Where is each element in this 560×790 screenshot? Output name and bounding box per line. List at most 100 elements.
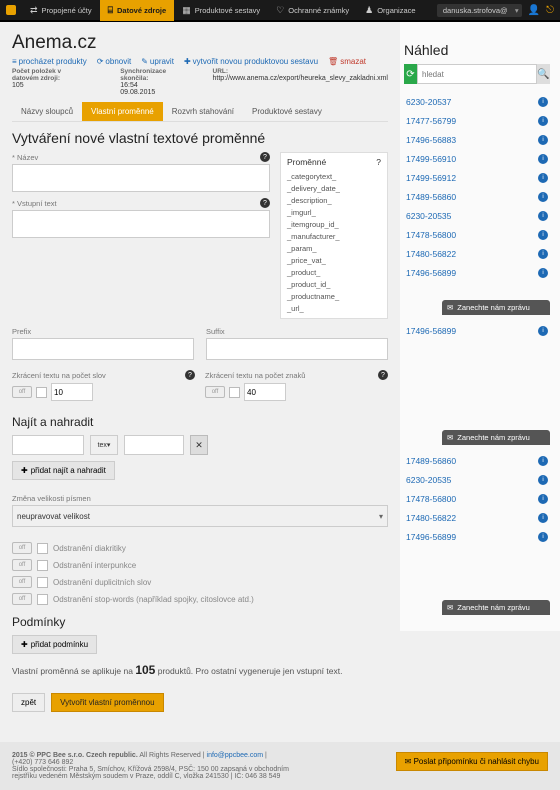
variable-item[interactable]: _description_ [287,194,381,206]
find-mode[interactable]: tex ▾ [90,435,118,455]
nav-datasources[interactable]: ⌸Datové zdroje [100,0,175,21]
info-icon[interactable]: i [538,230,548,240]
preview-item[interactable]: 6230-20535i [404,470,550,489]
opt-check[interactable] [37,543,48,554]
preview-item[interactable]: 17496-56899i [404,263,550,282]
find-input[interactable] [12,435,84,455]
suffix-input[interactable] [206,338,388,360]
nav-trademarks[interactable]: ♡Ochranné známky [268,0,357,21]
variable-item[interactable]: _productname_ [287,290,381,302]
info-icon[interactable]: i [538,173,548,183]
variable-item[interactable]: _price_vat_ [287,254,381,266]
name-input[interactable] [12,164,270,192]
footer-email[interactable]: info@ppcbee.com [207,752,264,759]
trimwords-check[interactable] [36,387,47,398]
leave-message-button[interactable]: ✉ Zanechte nám zprávu [442,300,550,315]
variable-item[interactable]: _itemgroup_id_ [287,218,381,230]
back-button[interactable]: zpět [12,693,45,712]
edit-link[interactable]: ✎upravit [141,57,174,66]
info-icon[interactable]: i [538,326,548,336]
trimwords-value[interactable] [51,383,93,401]
variable-item[interactable]: _delivery_date_ [287,182,381,194]
preview-item[interactable]: 17489-56860i [404,451,550,470]
info-icon[interactable]: i [538,249,548,259]
variable-item[interactable]: _categorytext_ [287,170,381,182]
tab-variables[interactable]: Vlastní proměnné [82,102,163,121]
feedback-button[interactable]: ✉ Poslat připomínku či nahlásit chybu [396,752,548,771]
add-find-button[interactable]: ✚ přidat najít a nahradit [12,461,115,480]
trimwords-toggle[interactable]: off [12,386,32,398]
variable-item[interactable]: _url_ [287,302,381,314]
preview-item[interactable]: 17480-56822i [404,508,550,527]
preview-item[interactable]: 17499-56910i [404,149,550,168]
prefix-input[interactable] [12,338,194,360]
variable-item[interactable]: _manufacturer_ [287,230,381,242]
info-icon[interactable]: i [538,154,548,164]
remove-rule-button[interactable]: ✕ [190,435,208,455]
preview-item[interactable]: 17480-56822i [404,244,550,263]
info-icon[interactable]: i [538,135,548,145]
info-icon[interactable]: i [538,97,548,107]
preview-item[interactable]: 17496-56883i [404,130,550,149]
inputtext-input[interactable] [12,210,270,238]
logout-icon[interactable]: ⎋ [546,5,554,16]
tab-schedule[interactable]: Rozvrh stahování [163,102,243,121]
info-icon[interactable]: i [538,532,548,542]
leave-message-button[interactable]: ✉ Zanechte nám zprávu [442,600,550,615]
brand-logo[interactable] [6,5,16,15]
variable-item[interactable]: _product_id_ [287,278,381,290]
preview-search-button[interactable]: 🔍 [537,64,550,84]
add-cond-button[interactable]: ✚ přidat podmínku [12,635,97,654]
case-select[interactable]: neupravovat velikost [12,505,388,527]
variable-item[interactable]: _imgurl_ [287,206,381,218]
opt-toggle[interactable]: off [12,542,32,554]
create-link[interactable]: ✚vytvořit novou produktovou sestavu [184,57,318,66]
info-icon[interactable]: i [538,211,548,221]
tab-products[interactable]: Produktové sestavy [243,102,331,121]
preview-refresh-button[interactable]: ⟳ [404,64,417,84]
user-icon[interactable]: 👤 [528,5,540,16]
variable-item[interactable]: _param_ [287,242,381,254]
info-icon[interactable]: i [538,116,548,126]
variable-item[interactable]: _product_ [287,266,381,278]
preview-item[interactable]: 17478-56800i [404,489,550,508]
nav-products[interactable]: ▦Produktové sestavy [174,0,268,21]
nav-linked[interactable]: ⇄Propojené účty [22,0,100,21]
browse-link[interactable]: ≡procházet produkty [12,57,87,66]
opt-check[interactable] [37,594,48,605]
preview-item[interactable]: 17499-56912i [404,168,550,187]
opt-toggle[interactable]: off [12,559,32,571]
help-icon[interactable]: ? [260,152,270,162]
info-icon[interactable]: i [538,456,548,466]
preview-item[interactable]: 17496-56899i [404,527,550,546]
opt-toggle[interactable]: off [12,576,32,588]
delete-link[interactable]: 🗑smazat [328,57,366,66]
nav-org[interactable]: ♟Organizace [357,0,423,21]
preview-item[interactable]: 17496-56899i [404,321,550,340]
info-icon[interactable]: i [538,513,548,523]
opt-check[interactable] [37,577,48,588]
submit-button[interactable]: Vytvořit vlastní proměnnou [51,693,163,712]
help-icon[interactable]: ? [185,370,195,380]
trimchars-value[interactable] [244,383,286,401]
help-icon[interactable]: ? [376,157,381,167]
trimchars-check[interactable] [229,387,240,398]
info-icon[interactable]: i [538,268,548,278]
opt-toggle[interactable]: off [12,593,32,605]
preview-search-input[interactable] [417,64,537,84]
refresh-link[interactable]: ⟳obnovit [97,57,132,66]
info-icon[interactable]: i [538,192,548,202]
replace-input[interactable] [124,435,184,455]
preview-item[interactable]: 17489-56860i [404,187,550,206]
user-menu[interactable]: danuska.strofova@ [437,4,522,17]
leave-message-button[interactable]: ✉ Zanechte nám zprávu [442,430,550,445]
info-icon[interactable]: i [538,494,548,504]
help-icon[interactable]: ? [260,198,270,208]
help-icon[interactable]: ? [378,370,388,380]
preview-item[interactable]: 6230-20535i [404,206,550,225]
preview-item[interactable]: 6230-20537i [404,92,550,111]
opt-check[interactable] [37,560,48,571]
preview-item[interactable]: 17478-56800i [404,225,550,244]
preview-item[interactable]: 17477-56799i [404,111,550,130]
info-icon[interactable]: i [538,475,548,485]
